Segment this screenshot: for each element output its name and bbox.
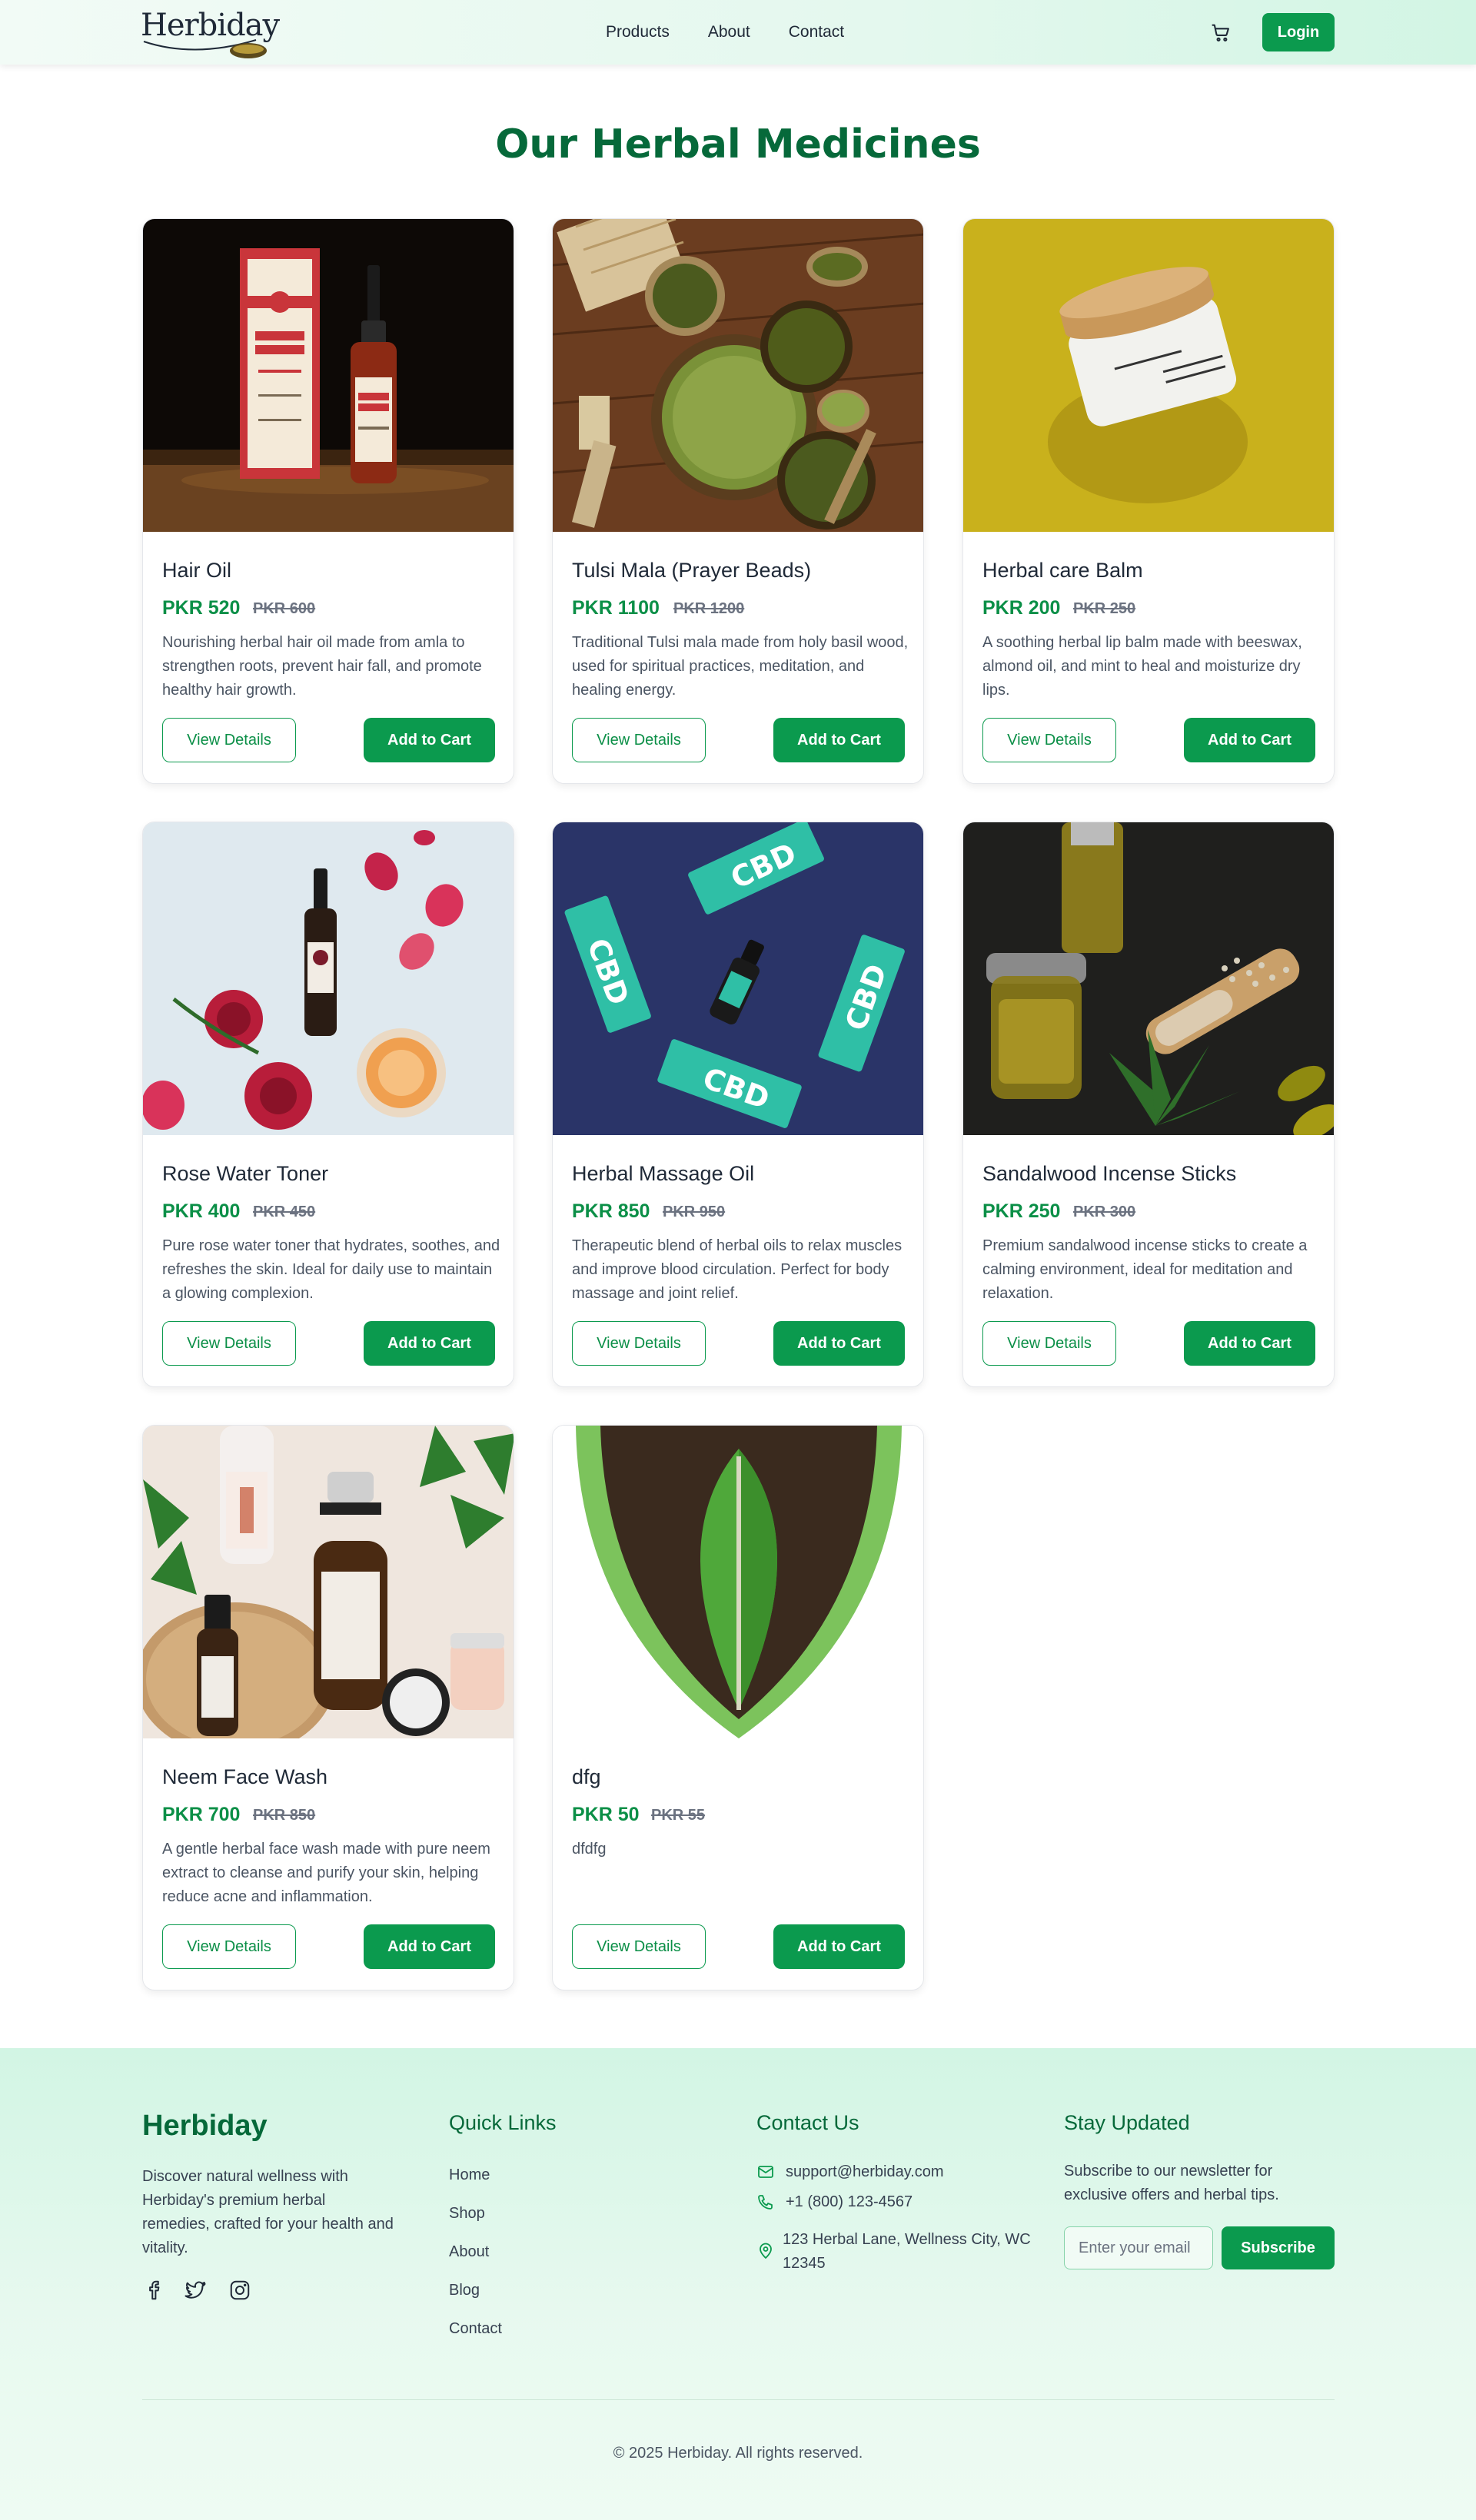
product-description: A gentle herbal face wash made with pure… — [162, 1841, 490, 1905]
footer-link-shop[interactable]: Shop — [449, 2205, 485, 2223]
twitter-icon[interactable] — [184, 2279, 207, 2302]
product-card: Rose Water Toner PKR 400 PKR 450 Pure ro… — [142, 822, 514, 1387]
product-card: CBD CBD CBD CBD Herbal Massage Oil PKR 8… — [552, 822, 924, 1387]
facebook-icon[interactable] — [144, 2279, 167, 2302]
product-name: Herbal Massage Oil — [572, 1162, 755, 1185]
product-price: PKR 250 — [982, 1200, 1061, 1222]
footer-brand: Herbiday — [142, 2110, 268, 2142]
add-to-cart-button[interactable]: Add to Cart — [773, 1321, 905, 1366]
product-old-price: PKR 450 — [253, 1204, 316, 1220]
product-old-price: PKR 1200 — [673, 600, 745, 617]
footer-link-about[interactable]: About — [449, 2243, 489, 2261]
footer: Herbiday Discover natural wellness with … — [0, 2048, 1476, 2520]
product-card: Sandalwood Incense Sticks PKR 250 PKR 30… — [962, 822, 1335, 1387]
add-to-cart-button[interactable]: Add to Cart — [773, 1924, 905, 1969]
product-image[interactable] — [143, 219, 514, 532]
product-name: Tulsi Mala (Prayer Beads) — [572, 559, 812, 582]
contact-email[interactable]: support@herbiday.com — [786, 2160, 944, 2184]
view-details-button[interactable]: View Details — [572, 1321, 706, 1366]
footer-divider — [142, 2399, 1335, 2400]
newsletter-heading: Stay Updated — [1064, 2111, 1190, 2134]
product-name: Neem Face Wash — [162, 1765, 328, 1788]
add-to-cart-button[interactable]: Add to Cart — [364, 1924, 495, 1969]
add-to-cart-button[interactable]: Add to Cart — [364, 718, 495, 762]
newsletter-email-input[interactable] — [1064, 2226, 1213, 2269]
product-old-price: PKR 850 — [253, 1807, 316, 1824]
product-price: PKR 850 — [572, 1200, 650, 1222]
view-details-button[interactable]: View Details — [162, 1321, 296, 1366]
view-details-button[interactable]: View Details — [162, 718, 296, 762]
product-price: PKR 200 — [982, 597, 1061, 619]
nav-contact[interactable]: Contact — [789, 23, 844, 42]
product-image[interactable] — [143, 1426, 514, 1738]
product-card: dfg PKR 50 PKR 55 dfdfg View Details Add… — [552, 1425, 924, 1990]
mail-icon — [758, 2166, 773, 2178]
contact-address: 123 Herbal Lane, Wellness City, WC 12345 — [783, 2231, 1031, 2272]
contact-heading: Contact Us — [756, 2111, 859, 2134]
product-price: PKR 520 — [162, 597, 241, 619]
product-description: Pure rose water toner that hydrates, soo… — [162, 1237, 500, 1302]
product-image[interactable]: CBD CBD CBD CBD — [553, 822, 923, 1135]
add-to-cart-button[interactable]: Add to Cart — [1184, 718, 1315, 762]
product-old-price: PKR 300 — [1073, 1204, 1136, 1220]
product-name: Herbal care Balm — [982, 559, 1143, 582]
product-image[interactable] — [553, 219, 923, 532]
footer-link-blog[interactable]: Blog — [449, 2282, 480, 2299]
contact-phone[interactable]: +1 (800) 123-4567 — [786, 2190, 913, 2214]
page-title: Our Herbal Medicines — [495, 121, 981, 168]
logo[interactable]: Herbiday — [141, 8, 280, 58]
product-description: Premium sandalwood incense sticks to cre… — [982, 1237, 1308, 1302]
product-card: Tulsi Mala (Prayer Beads) PKR 1100 PKR 1… — [552, 218, 924, 784]
product-name: Sandalwood Incense Sticks — [982, 1162, 1237, 1185]
add-to-cart-button[interactable]: Add to Cart — [1184, 1321, 1315, 1366]
product-card: Herbal care Balm PKR 200 PKR 250 A sooth… — [962, 218, 1335, 784]
product-name: Rose Water Toner — [162, 1162, 329, 1185]
product-price: PKR 700 — [162, 1804, 241, 1825]
view-details-button[interactable]: View Details — [162, 1924, 296, 1969]
view-details-button[interactable]: View Details — [572, 1924, 706, 1969]
product-price: PKR 400 — [162, 1200, 241, 1222]
product-description: A soothing herbal lip balm made with bee… — [982, 634, 1302, 699]
product-name: dfg — [572, 1765, 601, 1788]
product-old-price: PKR 950 — [663, 1204, 726, 1220]
product-description: Traditional Tulsi mala made from holy ba… — [572, 634, 909, 699]
product-name: Hair Oil — [162, 559, 232, 582]
cart-icon[interactable] — [1210, 22, 1232, 43]
top-navbar: Herbiday Products About Contact Login — [0, 0, 1476, 65]
product-image[interactable] — [553, 1426, 923, 1738]
quick-links-heading: Quick Links — [449, 2111, 557, 2134]
product-price: PKR 50 — [572, 1804, 640, 1825]
add-to-cart-button[interactable]: Add to Cart — [773, 718, 905, 762]
product-image[interactable] — [963, 219, 1334, 532]
product-description: dfdfg — [572, 1841, 607, 1858]
product-image[interactable] — [963, 822, 1334, 1135]
view-details-button[interactable]: View Details — [982, 718, 1116, 762]
login-button[interactable]: Login — [1262, 13, 1335, 51]
footer-link-home[interactable]: Home — [449, 2166, 490, 2184]
logo-swoosh-icon — [143, 39, 267, 58]
main-nav: Products About Contact — [606, 0, 844, 65]
instagram-icon[interactable] — [228, 2279, 251, 2302]
footer-about-text: Discover natural wellness with Herbiday'… — [142, 2168, 394, 2256]
phone-icon — [758, 2195, 773, 2210]
nav-products[interactable]: Products — [606, 23, 670, 42]
footer-link-contact[interactable]: Contact — [449, 2320, 502, 2338]
newsletter-text: Subscribe to our newsletter for exclusiv… — [1064, 2163, 1279, 2203]
product-price: PKR 1100 — [572, 597, 660, 619]
product-image[interactable] — [143, 822, 514, 1135]
product-old-price: PKR 55 — [651, 1807, 706, 1824]
view-details-button[interactable]: View Details — [572, 718, 706, 762]
add-to-cart-button[interactable]: Add to Cart — [364, 1321, 495, 1366]
view-details-button[interactable]: View Details — [982, 1321, 1116, 1366]
product-description: Nourishing herbal hair oil made from aml… — [162, 634, 482, 699]
subscribe-button[interactable]: Subscribe — [1222, 2226, 1335, 2269]
nav-about[interactable]: About — [708, 23, 750, 42]
copyright: © 2025 Herbiday. All rights reserved. — [613, 2445, 863, 2462]
product-description: Therapeutic blend of herbal oils to rela… — [572, 1237, 903, 1302]
product-old-price: PKR 600 — [253, 600, 316, 617]
product-card: Hair Oil PKR 520 PKR 600 Nourishing herb… — [142, 218, 514, 784]
product-old-price: PKR 250 — [1073, 600, 1136, 617]
product-card: Neem Face Wash PKR 700 PKR 850 A gentle … — [142, 1425, 514, 1990]
location-pin-icon — [760, 2243, 772, 2259]
